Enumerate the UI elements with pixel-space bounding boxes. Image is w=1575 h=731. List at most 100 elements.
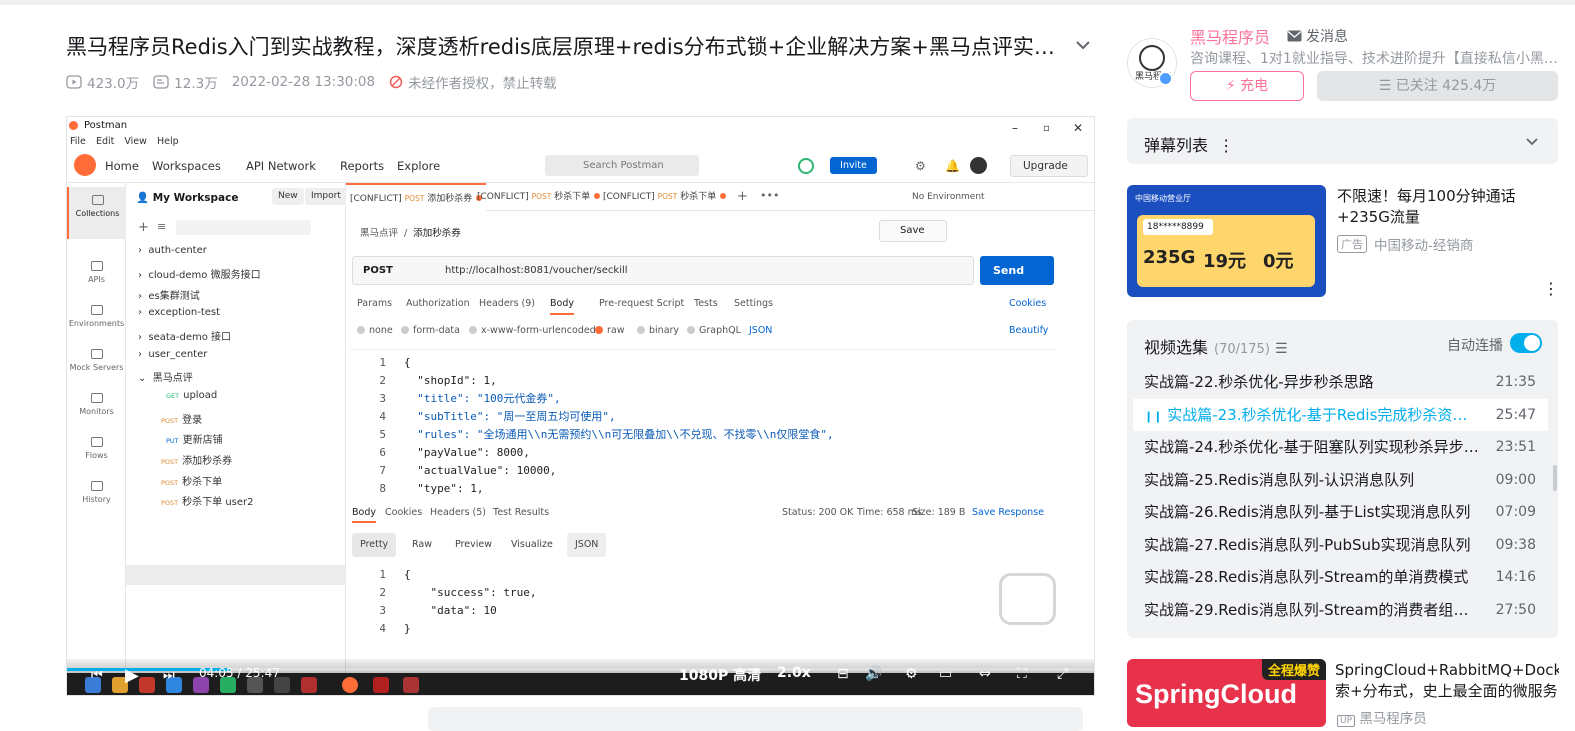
postman-collection-tree: 👤 My Workspace New Import + ≡ › auth-cen… <box>126 183 347 695</box>
side-flows: Flows <box>67 437 126 460</box>
tree-item: › user_center <box>138 349 208 360</box>
import-button: Import <box>305 188 347 205</box>
list-item[interactable]: 实战篇-25.Redis消息队列-认识消息队列 09:00 <box>1133 464 1548 496</box>
top-divider <box>0 0 1575 5</box>
recommend-thumbnail[interactable]: 全程爆赞 SpringCloud <box>1127 659 1326 727</box>
save-request-button: Save <box>879 220 947 242</box>
speed-selector[interactable]: 2.0x <box>777 665 811 681</box>
postman-request-pane: [CONFLICT] POST 添加秒杀券 [CONFLICT] POST 秒杀… <box>346 183 1094 695</box>
bell-icon: 🔔 <box>945 159 960 173</box>
environment-select: No Environment <box>912 192 985 202</box>
side-monitors: Monitors <box>67 393 126 416</box>
message-button[interactable]: 发消息 <box>1287 26 1348 46</box>
tree-item: PUT 更新店铺 <box>166 435 223 446</box>
chevron-down-icon[interactable] <box>1074 36 1092 54</box>
settings-gear-icon[interactable]: ⚙ <box>905 666 918 682</box>
taskbar-app-icon <box>373 677 389 693</box>
tab-seckill-order-2: [CONFLICT] POST 秒杀下单 <box>599 183 730 211</box>
tree-search-input <box>176 220 311 235</box>
ad-thumbnail[interactable]: 中国移动营业厅 18*****8899 235G 19元 0元 <box>1127 185 1326 297</box>
next-icon[interactable]: ⏭ <box>163 668 175 683</box>
playing-icon: ❙❙ <box>1144 410 1163 423</box>
postman-search: Search Postman <box>545 155 699 176</box>
list-item-current[interactable]: ❙❙ 实战篇-23.秒杀优化-基于Redis完成秒杀资格判断 25:47 <box>1133 399 1548 431</box>
play-count-icon <box>66 75 82 89</box>
webfullscreen-icon[interactable]: ⛶ <box>1017 666 1027 682</box>
prev-icon[interactable]: ⏮ <box>91 668 103 683</box>
tree-item: ⌄ 黑马点评 <box>138 373 193 384</box>
more-icon[interactable]: ⋮ <box>1543 279 1559 298</box>
code-line: 2 "shopId": 1, <box>379 374 497 387</box>
playlist-scrollbar[interactable] <box>1553 465 1557 491</box>
nav-api-network: API Network <box>246 159 316 173</box>
code-line: 3 "title": "100元代金券", <box>379 392 561 405</box>
recommend-title[interactable]: SpringCloud+RabbitMQ+Docker+Redis+搜索+分布式… <box>1335 660 1559 702</box>
list-item[interactable]: 实战篇-22.秒杀优化-异步秒杀思路 21:35 <box>1133 366 1548 398</box>
code-line: 1{ <box>379 356 411 369</box>
tree-item: › seata-demo 接口 <box>138 332 232 343</box>
subtitle-icon[interactable]: ⊟ <box>837 666 849 682</box>
tab-add-seckill: [CONFLICT] POST 添加秒杀券 <box>346 183 487 211</box>
widescreen-icon[interactable]: ⇔ <box>979 666 991 682</box>
taskbar-postman-icon <box>342 677 358 693</box>
side-history: History <box>67 481 126 504</box>
tree-item: POST 添加秒杀券 <box>161 456 233 467</box>
quality-selector[interactable]: 1080P 高清 <box>679 665 761 685</box>
upgrade-button: Upgrade <box>1010 155 1088 177</box>
play-icon[interactable]: ▶ <box>125 665 139 686</box>
video-meta: 423.0万 12.3万 2022-02-28 13:30:08 未经作者授权，… <box>66 72 571 92</box>
follow-button[interactable]: ☰ 已关注 425.4万 <box>1317 71 1558 101</box>
url-bar: POST http://localhost:8081/voucher/secki… <box>352 256 974 285</box>
list-item[interactable]: 实战篇-27.Redis消息队列-PubSub实现消息队列 09:38 <box>1133 529 1548 561</box>
pip-icon[interactable]: ▭ <box>939 666 952 682</box>
list-item[interactable]: 实战篇-28.Redis消息队列-Stream的单消费模式 14:16 <box>1133 561 1548 593</box>
fullscreen-icon[interactable]: ⤢ <box>1057 666 1068 682</box>
filter-icon: ≡ <box>157 220 167 233</box>
view-count: 423.0万 <box>66 72 139 92</box>
list-item[interactable]: 实战篇-29.Redis消息队列-Stream的消费者组模式 27:50 <box>1133 594 1548 626</box>
list-item[interactable]: 实战篇-24.秒杀优化-基于阻塞队列实现秒杀异步下单 23:51 <box>1133 431 1548 463</box>
uploader-description: 咨询课程、1对1就业指导、技术进阶提升【直接私信小黑马】 <box>1190 51 1558 67</box>
autoplay-label: 自动连播 <box>1447 338 1503 354</box>
danmaku-list-title: 弹幕列表 ⋮ <box>1144 136 1235 155</box>
response-view-options: Pretty Raw Preview Visualize JSON <box>352 533 652 557</box>
bilibili-play-icon[interactable] <box>999 573 1056 625</box>
video-title: 黑马程序员Redis入门到实战教程，深度透析redis底层原理+redis分布式… <box>66 35 1056 59</box>
tab-seckill-order: [CONFLICT] POST 秒杀下单 <box>473 183 604 211</box>
nav-explore: Explore <box>397 159 441 173</box>
uploader-name[interactable]: 黑马程序员 <box>1190 24 1270 48</box>
account-avatar-icon <box>970 157 987 174</box>
chevron-down-icon[interactable] <box>1525 134 1539 148</box>
url-input: http://localhost:8081/voucher/seckill <box>445 265 628 276</box>
postman-titlebar: Postman – ▫ ✕ <box>67 117 1094 135</box>
body-type-options: none form-data x-www-form-urlencoded raw… <box>357 325 1057 341</box>
tree-item: POST 秒杀下单 <box>161 477 223 488</box>
tree-item: › auth-center <box>138 245 207 256</box>
menu-view: View <box>124 136 147 147</box>
volume-icon[interactable]: 🔊 <box>865 666 882 682</box>
danmaku-count: 12.3万 <box>153 72 218 92</box>
menu-file: File <box>70 136 86 147</box>
invite-button: Invite <box>830 157 877 174</box>
ad-title[interactable]: 不限速！每月100分钟通话+235G流量 <box>1337 186 1557 228</box>
response-tabs: Body Cookies Headers (5) Test Results St… <box>352 507 1092 525</box>
danmaku-list-panel[interactable]: 弹幕列表 ⋮ <box>1127 118 1558 164</box>
taskbar-app-icon <box>403 677 419 693</box>
taskbar-app-icon <box>301 677 317 693</box>
copyright-note: 未经作者授权，禁止转载 <box>389 72 557 92</box>
tree-item: › es集群测试 <box>138 291 200 302</box>
breadcrumb: 黑马点评 / 添加秒杀券 <box>360 228 461 239</box>
code-line: 4 "subTitle": "周一至周五均可使用", <box>379 410 616 423</box>
danmaku-input[interactable] <box>428 707 1083 731</box>
forbidden-icon <box>389 75 403 89</box>
tree-item: POST 登录 <box>161 415 203 426</box>
charge-button[interactable]: ⚡ 充电 <box>1190 71 1304 101</box>
ad-card: 18*****8899 235G 19元 0元 <box>1137 215 1315 287</box>
list-item[interactable]: 实战篇-26.Redis消息队列-基于List实现消息队列 07:09 <box>1133 496 1548 528</box>
postman-sidebar-icons: Collections APIs Environments Mock Serve… <box>67 183 126 695</box>
autoplay-toggle[interactable] <box>1510 333 1542 353</box>
request-tabs: [CONFLICT] POST 添加秒杀券 [CONFLICT] POST 秒杀… <box>346 183 1094 211</box>
code-line: 6 "payValue": 8000, <box>379 446 530 459</box>
method-select: POST <box>363 265 393 276</box>
video-player[interactable]: Postman – ▫ ✕ File Edit View Help Home W… <box>66 116 1095 696</box>
